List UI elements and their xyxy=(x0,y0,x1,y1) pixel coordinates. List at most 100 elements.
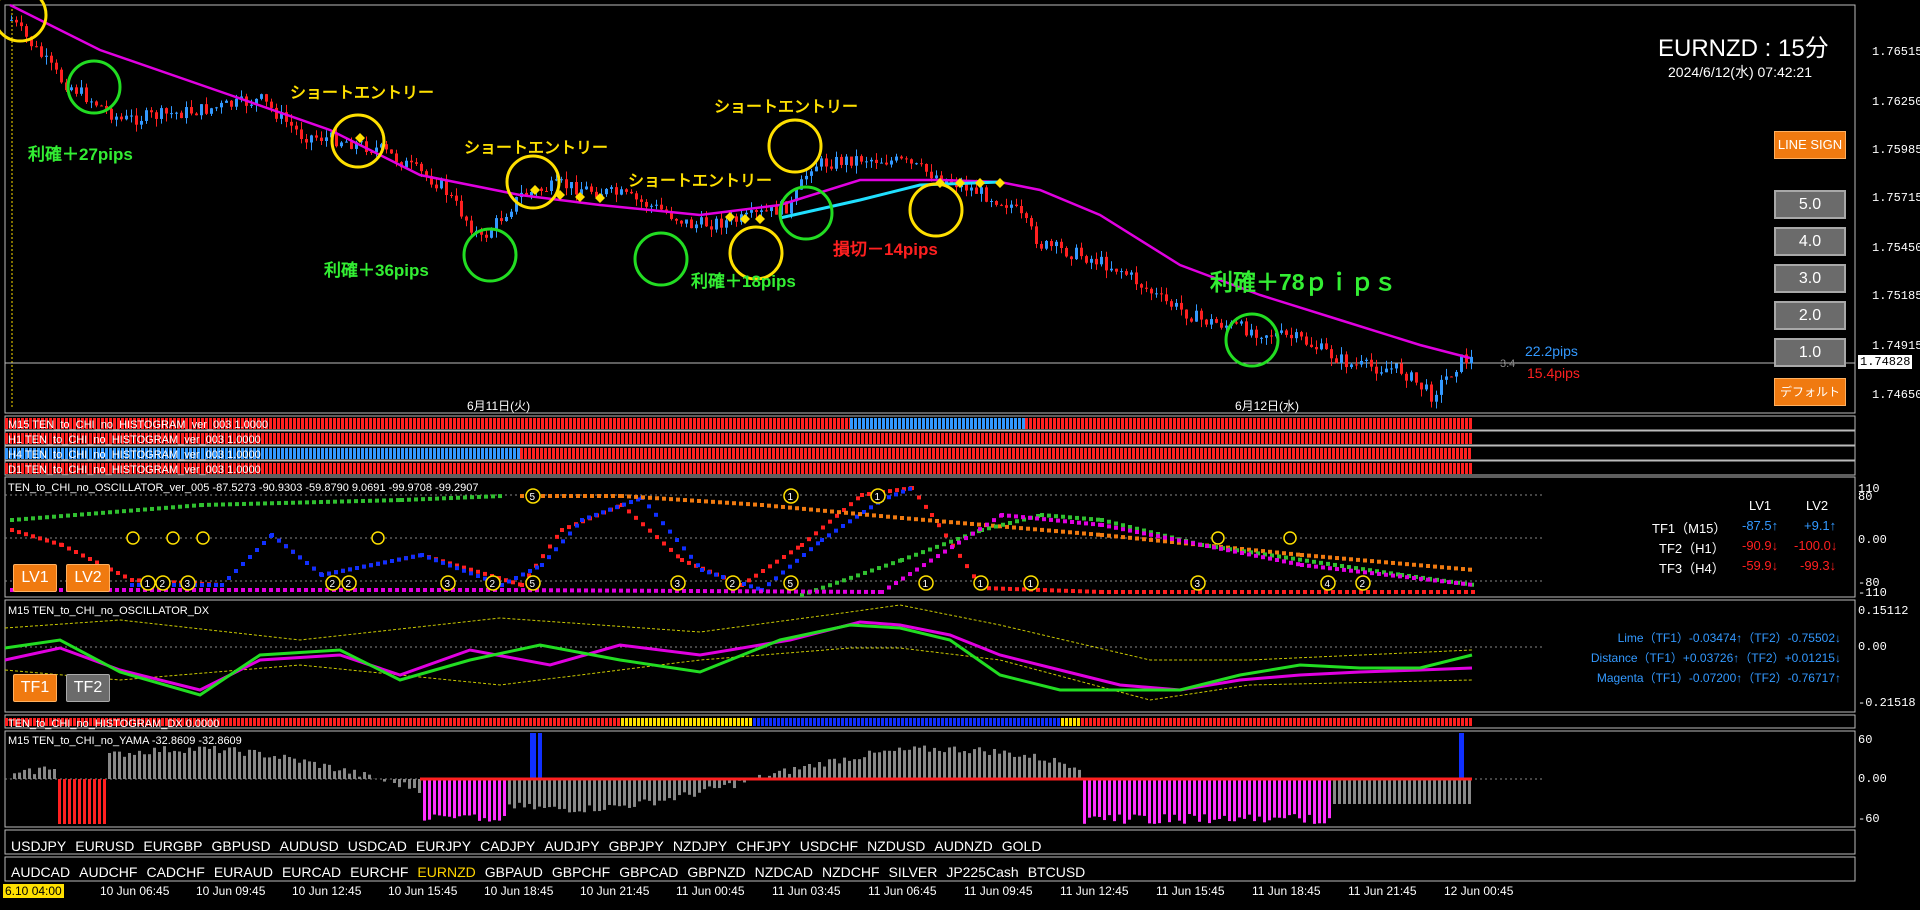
histogram-bar xyxy=(1432,448,1435,459)
histogram-bar xyxy=(588,448,591,459)
oscillator-dots-green xyxy=(1114,521,1118,526)
symbol-button-eurgbp[interactable]: EURGBP xyxy=(143,838,202,854)
oscillator-dots-magenta xyxy=(682,588,686,593)
histogram-bar xyxy=(901,463,904,474)
symbol-button-nzdcad[interactable]: NZDCAD xyxy=(755,864,813,880)
oscillator-dots-orange xyxy=(1100,533,1104,537)
hist-dx-bar xyxy=(853,718,856,726)
symbol-button-audcad[interactable]: AUDCAD xyxy=(11,864,70,880)
symbol-button-cadjpy[interactable]: CADJPY xyxy=(480,838,535,854)
histogram-bar xyxy=(537,433,540,444)
histogram-bar xyxy=(612,448,615,459)
histogram-bar xyxy=(1137,433,1140,444)
line-sign-button[interactable]: LINE SIGN xyxy=(1774,131,1846,159)
histogram-bar xyxy=(793,418,796,429)
histogram-bar xyxy=(1397,418,1400,429)
histogram-bar xyxy=(341,448,344,459)
symbol-button-euraud[interactable]: EURAUD xyxy=(214,864,273,880)
tf2-button[interactable]: TF2 xyxy=(66,674,110,702)
oscillator-dots-green xyxy=(1075,515,1079,520)
symbol-button-audchf[interactable]: AUDCHF xyxy=(79,864,137,880)
level-button-5[interactable]: 5.0 xyxy=(1774,190,1846,219)
oscillator-dots-orange xyxy=(865,512,869,517)
histogram-bar xyxy=(909,433,912,444)
symbol-button-usdcad[interactable]: USDCAD xyxy=(348,838,407,854)
oscillator-dots-green-left xyxy=(38,515,42,520)
symbol-button-gbpcad[interactable]: GBPCAD xyxy=(619,864,678,880)
symbol-button-nzdusd[interactable]: NZDUSD xyxy=(867,838,925,854)
symbol-button-eurusd[interactable]: EURUSD xyxy=(75,838,134,854)
symbol-button-btcusd[interactable]: BTCUSD xyxy=(1028,864,1086,880)
lv1-button[interactable]: LV1 xyxy=(13,564,57,592)
histogram-bar xyxy=(673,433,676,444)
histogram-bar xyxy=(1064,448,1067,459)
symbol-button-gbpnzd[interactable]: GBPNZD xyxy=(687,864,745,880)
symbol-button-gold[interactable]: GOLD xyxy=(1002,838,1042,854)
symbol-button-nzdchf[interactable]: NZDCHF xyxy=(822,864,880,880)
symbol-button-audjpy[interactable]: AUDJPY xyxy=(544,838,599,854)
histogram-bar xyxy=(645,418,648,429)
oscillator-dots-orange xyxy=(569,494,573,498)
symbol-button-gbpaud[interactable]: GBPAUD xyxy=(485,864,543,880)
histogram-bar xyxy=(721,433,724,444)
yama-bar xyxy=(928,751,931,779)
histogram-bar xyxy=(961,463,964,474)
oscillator-dots-green-left xyxy=(463,495,467,500)
histogram-bar xyxy=(894,418,897,429)
symbol-button-eurnzd[interactable]: EURNZD xyxy=(417,864,475,880)
symbol-button-nzdjpy[interactable]: NZDJPY xyxy=(673,838,727,854)
symbol-button-silver[interactable]: SILVER xyxy=(889,864,938,880)
yama-bar xyxy=(1028,757,1031,779)
oscillator-dots-magenta xyxy=(1370,571,1374,576)
symbol-button-gbpchf[interactable]: GBPCHF xyxy=(552,864,610,880)
lv2-button[interactable]: LV2 xyxy=(66,564,110,592)
symbol-button-eurcad[interactable]: EURCAD xyxy=(282,864,341,880)
level-button-3[interactable]: 3.0 xyxy=(1774,264,1846,293)
histogram-bar xyxy=(1193,463,1196,474)
symbol-button-cadchf[interactable]: CADCHF xyxy=(146,864,204,880)
level-button-2[interactable]: 2.0 xyxy=(1774,301,1846,330)
symbol-button-gbpusd[interactable]: GBPUSD xyxy=(211,838,270,854)
histogram-bar xyxy=(385,433,388,444)
histogram-bar xyxy=(1341,418,1344,429)
oscillator-dots-magenta xyxy=(1128,528,1132,533)
oscillator-dots-red xyxy=(1317,590,1321,594)
symbol-button-audusd[interactable]: AUDUSD xyxy=(280,838,339,854)
histogram-bar xyxy=(973,463,976,474)
yama-bar xyxy=(1393,779,1396,804)
yama-bar xyxy=(348,773,351,779)
histogram-bar xyxy=(509,448,512,459)
hist-dx-bar xyxy=(957,718,960,726)
oscillator-dots-red xyxy=(1338,590,1342,594)
oscillator-dots-orange xyxy=(858,512,862,517)
histogram-bar xyxy=(441,418,444,429)
symbol-button-gbpjpy[interactable]: GBPJPY xyxy=(609,838,664,854)
histogram-bar xyxy=(970,418,973,429)
oscillator-dots-blue xyxy=(514,576,518,580)
hist-dx-bar xyxy=(1389,718,1392,726)
symbol-button-eurjpy[interactable]: EURJPY xyxy=(416,838,471,854)
yama-bar xyxy=(1368,779,1371,804)
tf1-button[interactable]: TF1 xyxy=(13,674,57,702)
symbol-button-chfjpy[interactable]: CHFJPY xyxy=(736,838,790,854)
osc-scale-0: 0.00 xyxy=(1858,533,1887,547)
osc-marker-number-text: 5 xyxy=(530,492,536,503)
histogram-bar xyxy=(986,418,989,429)
symbol-button-eurchf[interactable]: EURCHF xyxy=(350,864,408,880)
level-button-4[interactable]: 4.0 xyxy=(1774,227,1846,256)
oscillator-dots-red xyxy=(1429,590,1433,594)
histogram-bar xyxy=(577,433,580,444)
histogram-bar xyxy=(1014,418,1017,429)
oscillator-dots-green-left xyxy=(298,500,302,505)
histogram-bar xyxy=(277,418,280,429)
symbol-button-usdjpy[interactable]: USDJPY xyxy=(11,838,66,854)
histogram-bar xyxy=(357,418,360,429)
level-button-1[interactable]: 1.0 xyxy=(1774,338,1846,367)
symbol-button-jp225cash[interactable]: JP225Cash xyxy=(946,864,1018,880)
symbol-button-usdchf[interactable]: USDCHF xyxy=(800,838,858,854)
histogram-bar xyxy=(861,433,864,444)
default-button[interactable]: デフォルト xyxy=(1774,378,1846,406)
symbol-button-audnzd[interactable]: AUDNZD xyxy=(934,838,992,854)
yama-bar xyxy=(1178,779,1181,821)
histogram-bar xyxy=(265,463,268,474)
